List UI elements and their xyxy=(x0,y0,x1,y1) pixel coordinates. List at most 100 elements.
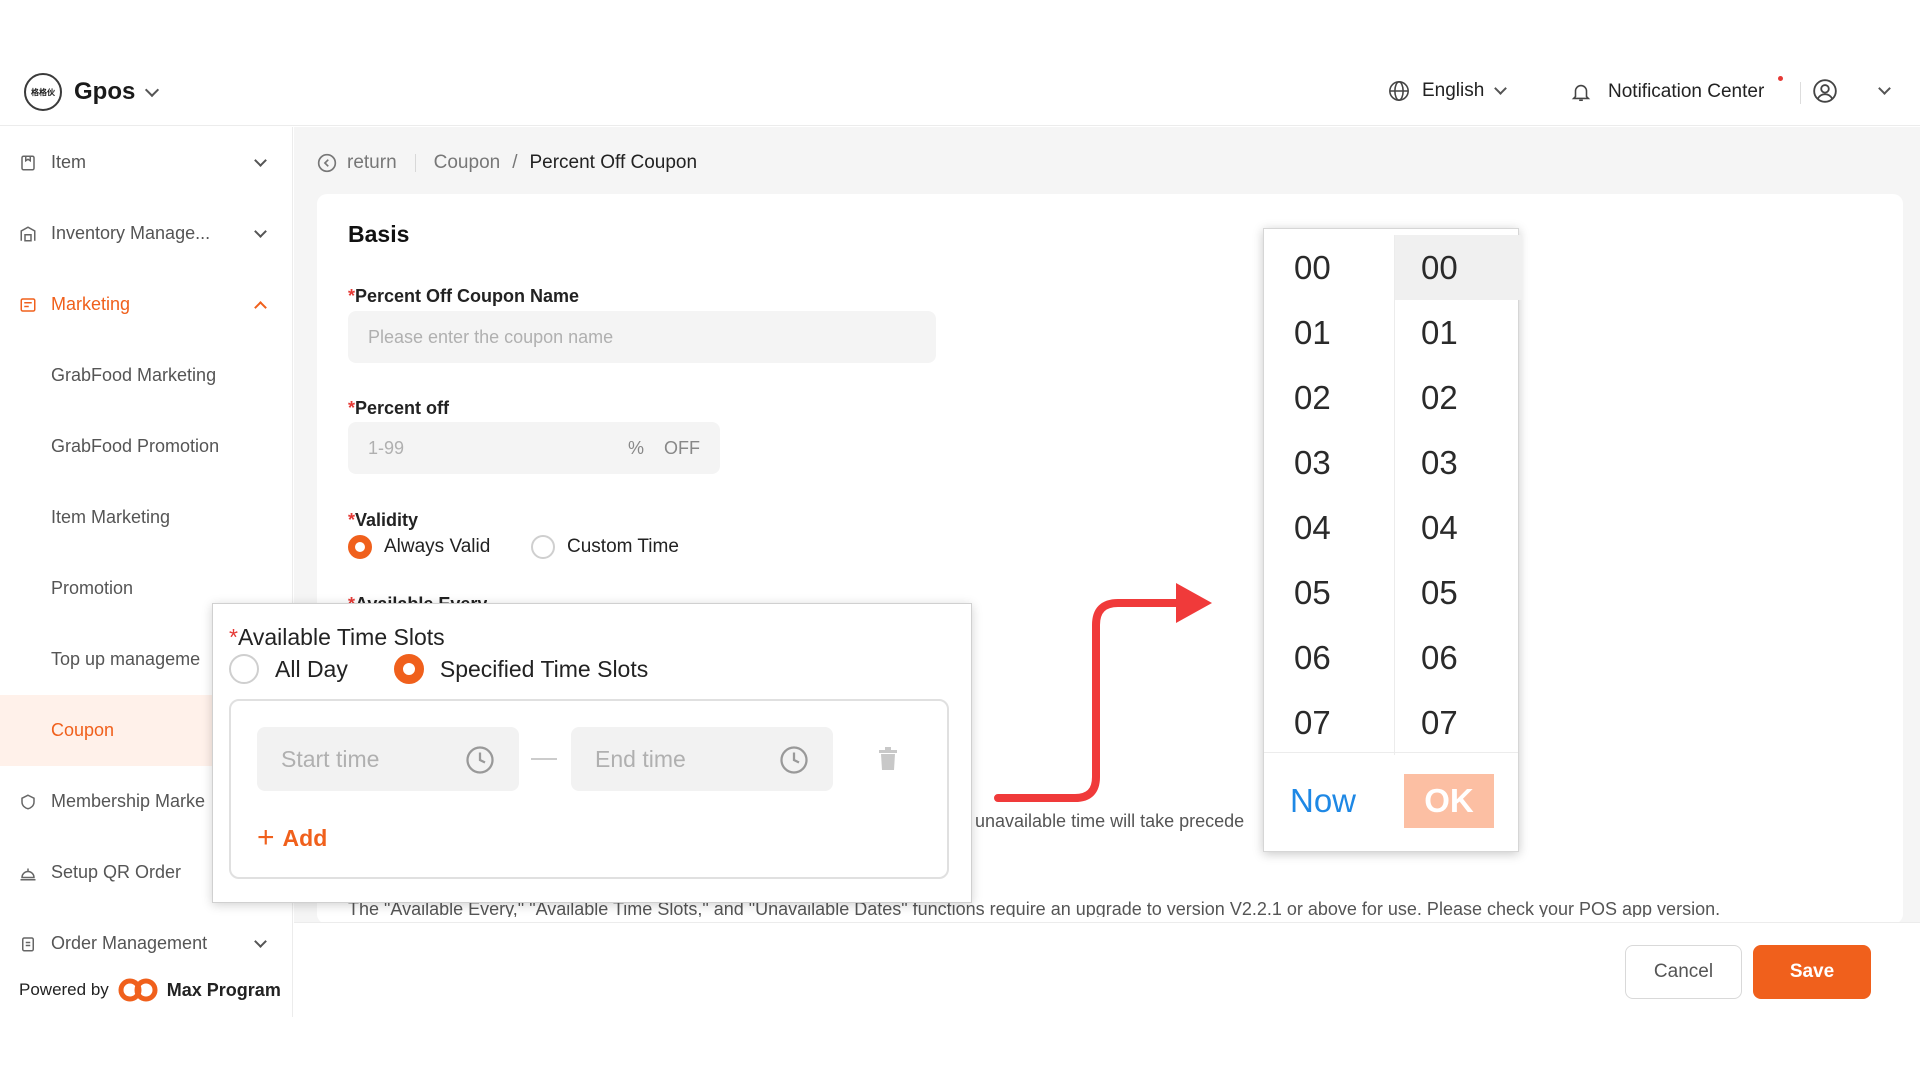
breadcrumb-separator: / xyxy=(512,152,518,173)
user-icon xyxy=(1813,79,1837,103)
coupon-name-label: *Percent Off Coupon Name xyxy=(348,286,580,306)
sidebar-item-label: Top up manageme xyxy=(51,649,201,669)
sidebar-item-grabfood-marketing[interactable]: GrabFood Marketing xyxy=(0,340,292,411)
hour-option[interactable]: 06 xyxy=(1268,625,1394,690)
section-title: Basis xyxy=(348,221,410,247)
bookmark-icon xyxy=(21,155,35,170)
sidebar-item-label: Item xyxy=(51,152,87,172)
chevron-up-icon xyxy=(254,300,267,314)
validity-always-valid[interactable]: Always Valid xyxy=(348,535,490,559)
validity-option-label: Custom Time xyxy=(567,536,679,557)
percent-unit: % xyxy=(628,437,645,458)
precedence-hint: unavailable time will take precede xyxy=(975,811,1245,831)
start-time-input[interactable]: Start time xyxy=(257,727,519,791)
sidebar-item-inventory[interactable]: Inventory Manage... xyxy=(0,198,292,269)
hour-option[interactable]: 03 xyxy=(1268,430,1394,495)
breadcrumb: return Coupon / Percent Off Coupon xyxy=(317,152,697,174)
minute-option[interactable]: 07 xyxy=(1395,690,1522,755)
chevron-down-icon xyxy=(254,934,267,948)
notification-center[interactable]: Notification Center xyxy=(1570,76,1783,104)
language-selector[interactable]: English xyxy=(1388,80,1508,102)
specified-slots-option[interactable]: Specified Time Slots xyxy=(440,656,648,683)
validity-option-label: Always Valid xyxy=(384,536,491,557)
time-slots-title: *Available Time Slots xyxy=(229,624,445,650)
hour-option[interactable]: 01 xyxy=(1268,300,1394,365)
percent-off-label: *Percent off xyxy=(348,398,450,418)
red-arrow-icon xyxy=(994,583,1212,802)
notification-dot xyxy=(1778,76,1783,81)
sidebar-item-label: Setup QR Order xyxy=(51,862,182,882)
time-range-dash xyxy=(531,758,557,760)
clock-icon xyxy=(466,746,494,774)
minute-option[interactable]: 01 xyxy=(1395,300,1522,365)
return-link[interactable]: return xyxy=(317,152,397,174)
validity-custom-time[interactable]: Custom Time xyxy=(531,535,679,559)
cancel-button[interactable]: Cancel xyxy=(1625,945,1742,999)
minute-option[interactable]: 04 xyxy=(1395,495,1522,560)
notification-label: Notification Center xyxy=(1608,81,1765,102)
add-time-slot-button[interactable]: + Add xyxy=(257,823,327,853)
clock-icon xyxy=(780,746,808,774)
time-picker-panel: 00 01 02 03 04 05 06 07 00 01 02 03 04 0… xyxy=(1263,228,1522,852)
powered-by: Powered by Max Program xyxy=(19,977,281,1003)
sidebar-item-label: GrabFood Promotion xyxy=(51,436,220,456)
sidebar-item-label: Coupon xyxy=(51,720,115,740)
user-menu[interactable] xyxy=(1812,78,1891,104)
max-program-logo-icon xyxy=(118,978,158,1002)
radio-selected-icon[interactable] xyxy=(393,654,424,684)
hour-column[interactable]: 00 01 02 03 04 05 06 07 xyxy=(1268,235,1395,755)
add-label: Add xyxy=(282,824,328,851)
end-time-placeholder: End time xyxy=(595,745,686,772)
powered-by-label: Powered by xyxy=(19,980,109,999)
sidebar-item-label: Item Marketing xyxy=(51,507,171,527)
minute-option[interactable]: 02 xyxy=(1395,365,1522,430)
minute-option[interactable]: 03 xyxy=(1395,430,1522,495)
picker-footer-divider xyxy=(1264,752,1518,753)
sidebar-item-marketing[interactable]: Marketing xyxy=(0,269,292,340)
language-label: English xyxy=(1422,80,1485,101)
sidebar-item-item-marketing[interactable]: Item Marketing xyxy=(0,482,292,553)
save-button[interactable]: Save xyxy=(1753,945,1871,999)
hour-option[interactable]: 00 xyxy=(1268,235,1394,300)
brand-switcher[interactable]: 格格伙 Gpos xyxy=(24,73,160,111)
coupon-name-input[interactable]: Please enter the coupon name xyxy=(348,311,936,363)
sidebar-item-label: Marketing xyxy=(51,294,131,314)
top-header: 格格伙 Gpos English Notification Center xyxy=(0,60,1920,126)
back-circle-icon xyxy=(317,153,337,173)
chevron-down-icon xyxy=(254,224,267,238)
minute-option-selected[interactable]: 00 xyxy=(1395,235,1522,300)
minute-option[interactable]: 05 xyxy=(1395,560,1522,625)
sidebar-item-label: GrabFood Marketing xyxy=(51,365,217,385)
sidebar-item-label: Promotion xyxy=(51,578,134,598)
hour-option[interactable]: 04 xyxy=(1268,495,1394,560)
sidebar-item-label: Inventory Manage... xyxy=(51,223,211,243)
chevron-down-icon xyxy=(254,153,267,167)
start-time-placeholder: Start time xyxy=(281,745,380,772)
minute-option[interactable]: 06 xyxy=(1395,625,1522,690)
end-time-input[interactable]: End time xyxy=(571,727,833,791)
sidebar-item-grabfood-promotion[interactable]: GrabFood Promotion xyxy=(0,411,292,482)
percent-off-input[interactable]: 1-99 % OFF xyxy=(348,422,720,474)
trash-icon[interactable] xyxy=(877,747,899,771)
radio-empty-icon[interactable] xyxy=(229,654,259,684)
hour-option[interactable]: 02 xyxy=(1268,365,1394,430)
validity-label: *Validity xyxy=(348,510,419,530)
sidebar-item-order-management[interactable]: Order Management xyxy=(0,908,292,979)
radio-empty-icon xyxy=(531,535,555,559)
all-day-option[interactable]: All Day xyxy=(275,656,348,683)
hour-option[interactable]: 05 xyxy=(1268,560,1394,625)
now-button[interactable]: Now xyxy=(1290,782,1356,820)
header-divider xyxy=(1800,82,1801,104)
breadcrumb-parent[interactable]: Coupon xyxy=(434,152,501,174)
hour-option[interactable]: 07 xyxy=(1268,690,1394,755)
coupon-name-placeholder: Please enter the coupon name xyxy=(368,326,614,347)
available-time-slots-zoom: *Available Time Slots All Day Specified … xyxy=(212,603,972,903)
sidebar-item-item[interactable]: Item xyxy=(0,127,292,198)
breadcrumb-divider xyxy=(414,154,416,172)
ok-button[interactable]: OK xyxy=(1404,774,1494,828)
percent-suffix: OFF xyxy=(664,437,700,458)
marketing-icon xyxy=(20,297,36,312)
time-slots-options: All Day Specified Time Slots xyxy=(229,654,648,684)
minute-column[interactable]: 00 01 02 03 04 05 06 07 xyxy=(1395,235,1522,755)
brand-name: Gpos xyxy=(74,78,136,105)
